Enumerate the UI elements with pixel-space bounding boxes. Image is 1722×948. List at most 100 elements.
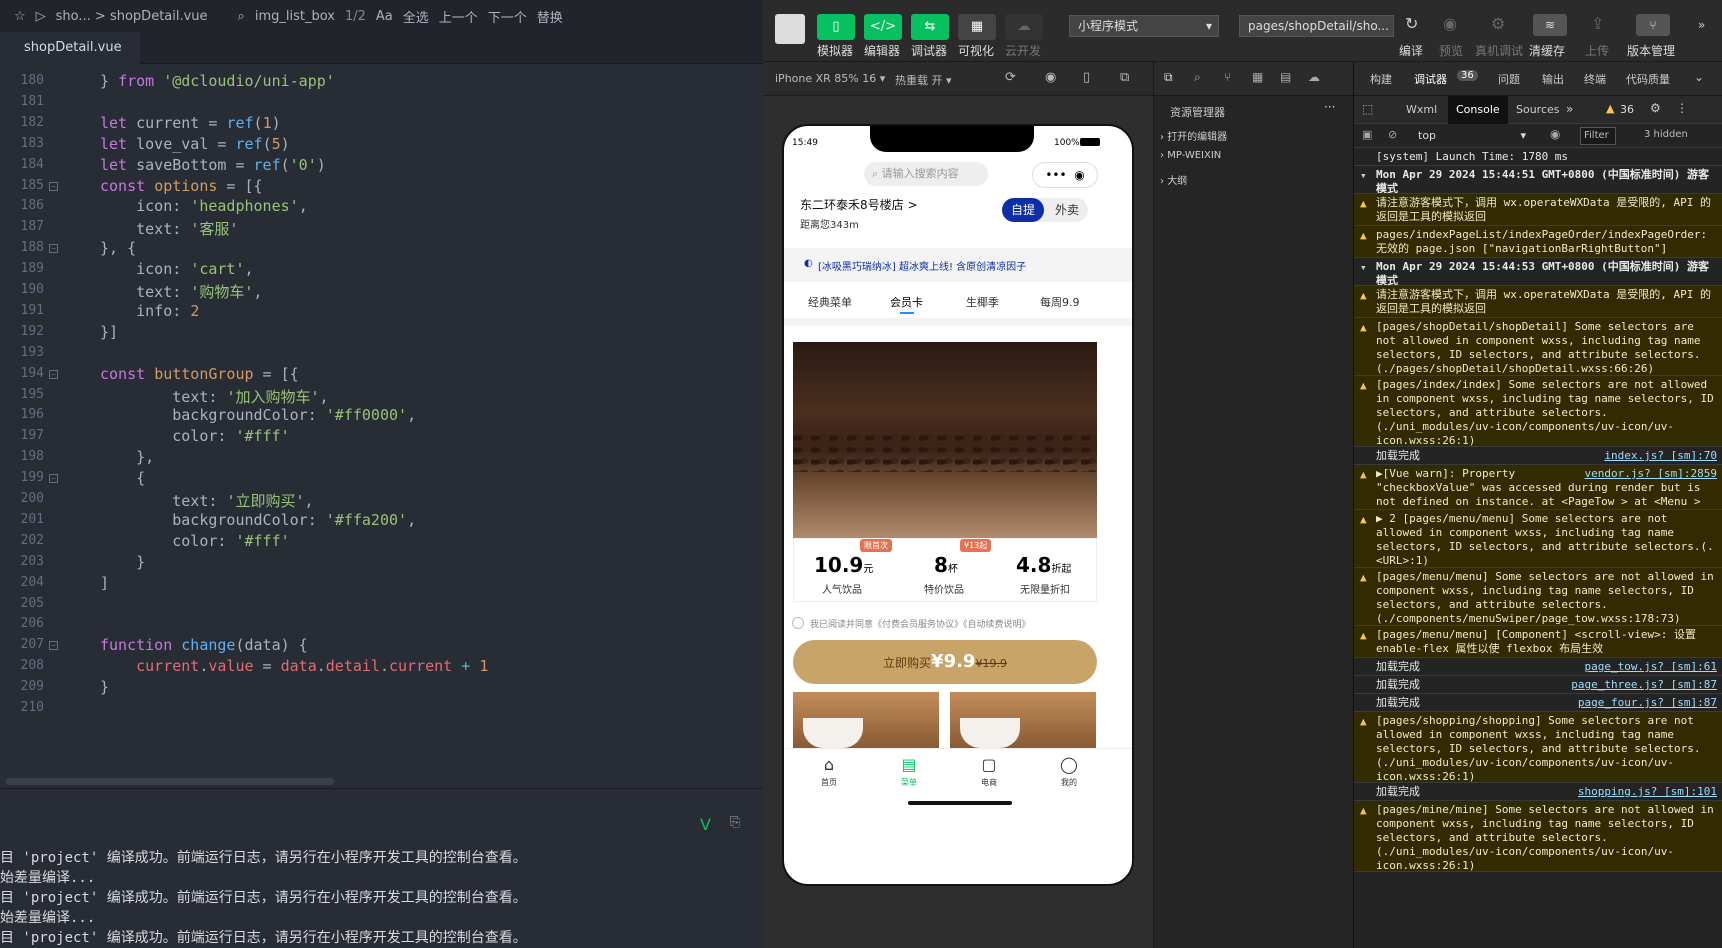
fold-toggle[interactable]: − [49, 181, 58, 191]
console-log-entry[interactable]: ▲ [pages/menu/menu] Some selectors are no… [1354, 568, 1722, 626]
files-icon[interactable]: ⧉ [1164, 70, 1173, 85]
code-line[interactable]: } [100, 678, 109, 696]
code-line[interactable]: }] [100, 323, 118, 341]
more-icon[interactable]: » [1698, 18, 1705, 32]
code-line[interactable]: color: '#fff' [100, 532, 289, 550]
preview-label[interactable]: 预览 [1439, 42, 1463, 59]
code-line[interactable]: ] [100, 574, 109, 592]
tab-wxml[interactable]: Wxml [1406, 103, 1437, 116]
record-icon[interactable]: ◉ [1045, 70, 1056, 85]
search-icon[interactable]: ⌕ [1194, 70, 1201, 85]
code-line[interactable]: } [100, 553, 145, 571]
tab-build[interactable]: 构建 [1370, 71, 1392, 87]
agree-checkbox[interactable] [792, 617, 804, 629]
code-line[interactable]: color: '#fff' [100, 427, 289, 445]
mode-self-button[interactable]: 自提 [1002, 198, 1044, 222]
console-log-entry[interactable]: ▲ [pages/menu/menu] [Component] <scroll-v… [1354, 626, 1722, 658]
select-all-button[interactable]: 全选 [403, 7, 429, 26]
context-select[interactable]: top ▾ [1414, 127, 1530, 145]
console-log-entry[interactable]: ▲ [pages/shopping/shopping] Some selector… [1354, 712, 1722, 783]
tab-terminal[interactable]: 终端 [1584, 71, 1606, 87]
code-area[interactable]: 180} from '@dcloudio/uni-app' 181 182 let c… [0, 68, 763, 780]
device-select[interactable]: iPhone XR 85% 16 ▾ [775, 72, 885, 85]
compile-label[interactable]: 编译 [1399, 42, 1423, 59]
debugger-button[interactable]: ⇆ [911, 14, 949, 40]
tab-debugger[interactable]: 调试器 [1414, 71, 1447, 87]
code-line[interactable]: info: 2 [100, 302, 199, 320]
real-debug-label[interactable]: 真机调试 [1475, 42, 1523, 59]
explorer-item-mp-weixin[interactable]: › MP-WEIXIN [1160, 150, 1221, 161]
settings-icon[interactable]: ⚙ [1650, 101, 1661, 115]
fold-toggle[interactable]: − [49, 369, 58, 379]
console-log-entry[interactable]: ▲ [pages/mine/mine] Some selectors are no… [1354, 801, 1722, 872]
tab-output[interactable]: 输出 [1542, 71, 1564, 87]
code-line[interactable]: current.value = data.detail.current + 1 [100, 657, 488, 675]
code-line[interactable]: let current = ref(1) [100, 114, 281, 132]
extensions-icon[interactable]: ▦ [1252, 70, 1263, 84]
upload-label[interactable]: 上传 [1585, 42, 1609, 59]
console-log-entry[interactable]: page_four.js? [sm]:87 加载完成 [1354, 694, 1722, 712]
home-icon[interactable]: ⌂ [814, 755, 844, 774]
play-icon[interactable]: ▷ [36, 9, 46, 24]
star-icon[interactable]: ☆ [14, 9, 26, 24]
log-source-link[interactable]: shopping.js? [sm]:101 [1578, 785, 1717, 799]
code-line[interactable]: text: '客服' [100, 218, 238, 239]
profile-icon[interactable]: ◯ [1054, 755, 1084, 774]
editor-button[interactable]: </> [864, 14, 902, 40]
tab-console[interactable]: Console [1448, 96, 1508, 124]
more-tabs-icon[interactable]: » [1566, 102, 1573, 116]
upload-icon[interactable]: ⇪ [1591, 14, 1604, 33]
visual-button[interactable]: ▦ [958, 14, 996, 40]
log-source-link[interactable]: page_tow.js? [sm]:61 [1585, 660, 1717, 674]
code-line[interactable]: const buttonGroup = [{ [100, 365, 299, 383]
collapse-icon[interactable]: ⌄ [1694, 70, 1704, 84]
console-log-entry[interactable]: [system] Launch Time: 1780 ms [1354, 148, 1722, 166]
tab-weekly[interactable]: 每周9.9 [1040, 294, 1080, 310]
log-source-link[interactable]: page_three.js? [sm]:87 [1571, 678, 1717, 692]
code-line[interactable]: const options = [{ [100, 177, 263, 195]
replace-button[interactable]: 替换 [537, 7, 563, 26]
menu-icon[interactable]: ▤ [894, 755, 924, 774]
console-log-entry[interactable]: ▲ pages/indexPageList/indexPageOrder/inde… [1354, 226, 1722, 258]
horizontal-scrollbar[interactable] [6, 778, 334, 785]
fold-toggle[interactable]: − [49, 244, 58, 254]
cloud-icon[interactable]: ☁ [1308, 70, 1320, 84]
expand-icon[interactable]: ▾ [1360, 261, 1367, 275]
mode-takeout-button[interactable]: 外卖 [1048, 198, 1086, 222]
eye-icon[interactable]: ◉ [1550, 127, 1560, 141]
inspect-icon[interactable]: ⬚ [1362, 102, 1373, 116]
product-image-cup[interactable] [950, 692, 1096, 748]
git-icon[interactable]: ⑂ [1224, 70, 1231, 84]
popout-icon[interactable]: ⧉ [1120, 70, 1129, 85]
explorer-item-outline[interactable]: › 大纲 [1160, 172, 1187, 187]
tab-code-quality[interactable]: 代码质量 [1626, 71, 1670, 87]
prev-match-button[interactable]: 上一个 [439, 7, 478, 26]
branch-icon[interactable]: ⑂ [1636, 14, 1670, 36]
buy-now-button[interactable]: 立即购买¥9.9¥19.9 [793, 640, 1097, 684]
tab-coconut[interactable]: 生椰季 [966, 294, 999, 310]
tab-member[interactable]: 会员卡 [890, 294, 923, 310]
refresh-icon[interactable]: ↻ [1405, 14, 1418, 33]
sidebar-toggle-icon[interactable]: ▣ [1362, 128, 1372, 141]
notice-bar[interactable]: ◐ [冰吸黑巧瑞纳冰] 超冰爽上线! 含原创清凉因子 [784, 248, 1132, 282]
simulator-button[interactable]: ▯ [817, 14, 855, 40]
clear-icon[interactable]: ⊘ [1388, 128, 1397, 141]
phone-icon[interactable]: ▯ [1083, 70, 1090, 85]
console-log-entry[interactable]: page_three.js? [sm]:87 加载完成 [1354, 676, 1722, 694]
console-log-entry[interactable]: ▲ 请注意游客模式下，调用 wx.operateWXData 是受限的, API … [1354, 194, 1722, 226]
fold-toggle[interactable]: − [49, 641, 58, 651]
store-address[interactable]: 东二环泰禾8号楼店 > [800, 196, 918, 213]
code-line[interactable]: text: '购物车', [100, 281, 262, 302]
code-line[interactable]: function change(data) { [100, 636, 308, 654]
console-log-entry[interactable]: ▲ [pages/shopDetail/shopDetail] Some sele… [1354, 318, 1722, 376]
tab-issues[interactable]: 问题 [1498, 71, 1520, 87]
code-line[interactable]: { [100, 469, 145, 487]
code-line[interactable]: let saveBottom = ref('0') [100, 156, 326, 174]
code-line[interactable]: }, [100, 448, 154, 466]
console-log-entry[interactable]: ▲ vendor.js? [sm]:2859 ▶[Vue warn]: Proper… [1354, 465, 1722, 510]
editor-breadcrumb[interactable]: sho... > shopDetail.vue [56, 9, 208, 24]
filter-input[interactable]: Filter [1580, 127, 1616, 145]
hotreload-toggle[interactable]: 热重载 开 ▾ [895, 72, 952, 88]
code-line[interactable]: backgroundColor: '#ffa200', [100, 511, 416, 529]
more-icon[interactable]: ··· [1324, 100, 1335, 114]
